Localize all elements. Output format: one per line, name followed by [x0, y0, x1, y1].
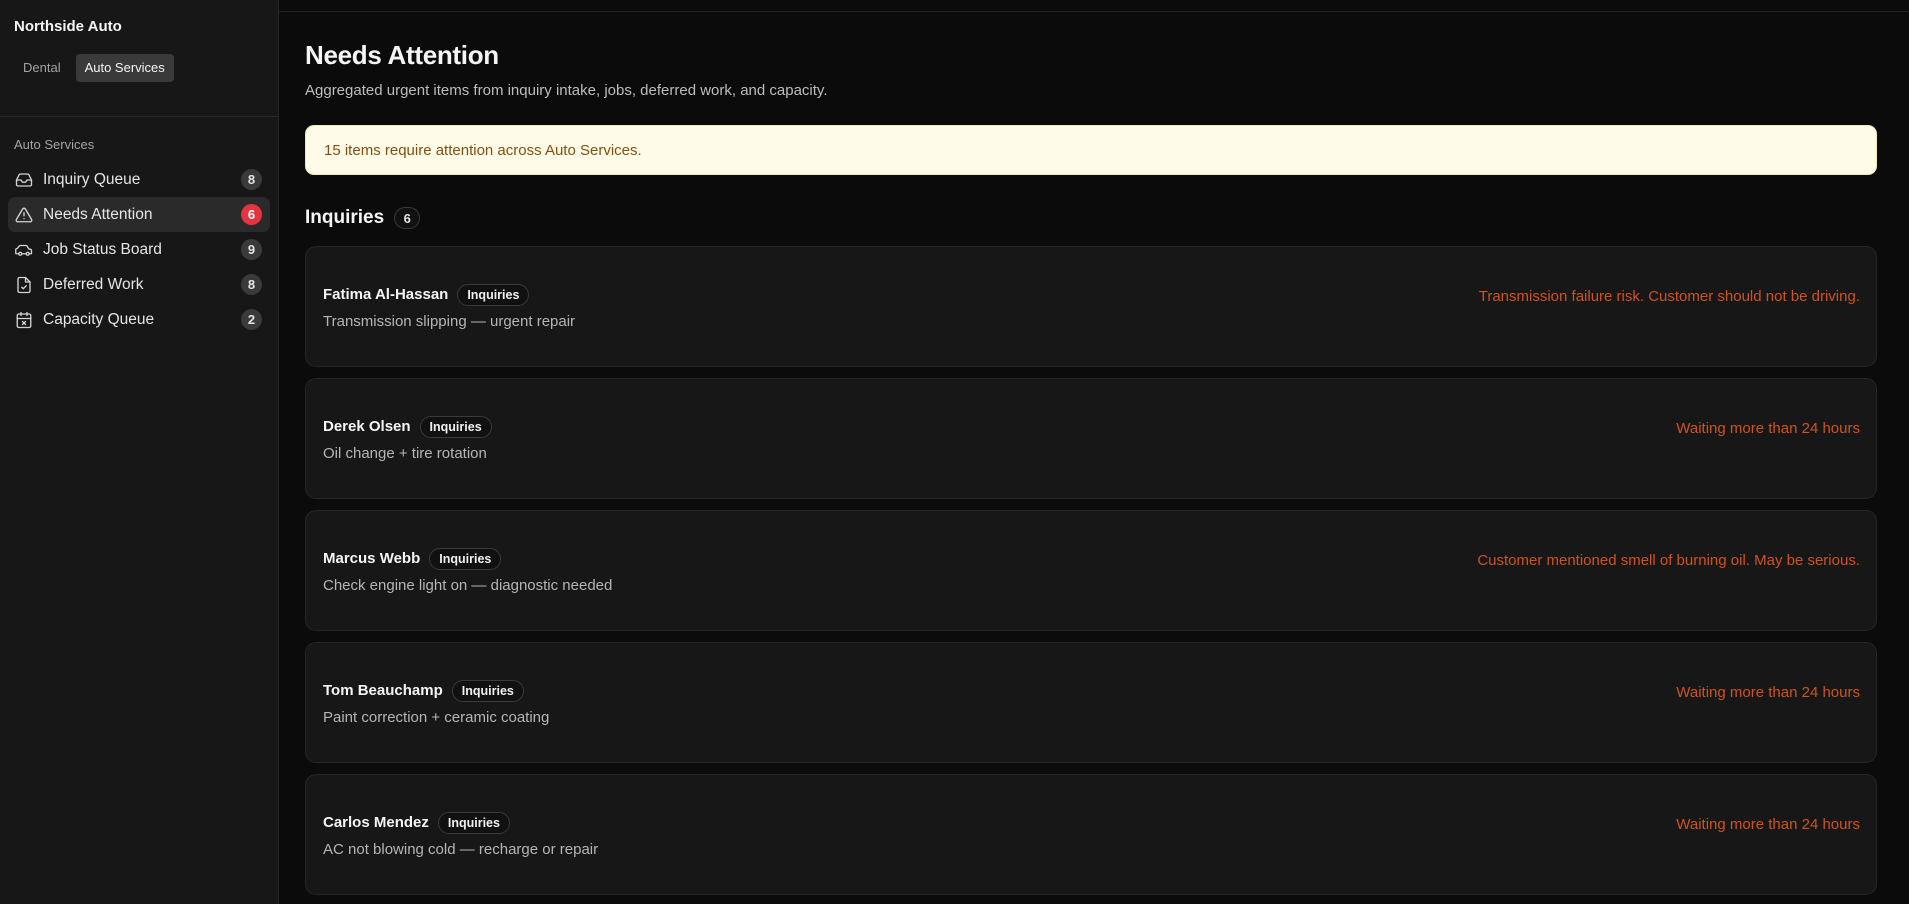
count-badge: 9 [241, 239, 262, 260]
attention-card[interactable]: Fatima Al-Hassan Inquiries Transmission … [305, 246, 1877, 367]
attention-card[interactable]: Marcus Webb Inquiries Check engine light… [305, 510, 1877, 631]
card-header: Derek Olsen Inquiries [323, 415, 492, 438]
card-body: Tom Beauchamp Inquiries Paint correction… [323, 679, 550, 726]
card-header: Tom Beauchamp Inquiries [323, 679, 549, 702]
attention-reason: Waiting more than 24 hours [1676, 419, 1860, 437]
sidebar-item-needs-attention[interactable]: Needs Attention 6 [8, 197, 270, 232]
count-badge: 8 [241, 169, 262, 190]
card-body: Carlos Mendez Inquiries AC not blowing c… [323, 811, 599, 858]
calendar-icon [15, 311, 33, 329]
source-tag: Inquiries [451, 679, 524, 702]
page-subtitle: Aggregated urgent items from inquiry int… [305, 82, 828, 99]
customer-name: Derek Olsen [323, 418, 411, 435]
attention-card[interactable]: Derek Olsen Inquiries Oil change + tire … [305, 378, 1877, 499]
service-description: Check engine light on — diagnostic neede… [323, 576, 613, 594]
car-icon [15, 241, 33, 259]
service-description: Paint correction + ceramic coating [323, 708, 550, 726]
card-body: Fatima Al-Hassan Inquiries Transmission … [323, 283, 576, 330]
section-title: Inquiries [305, 207, 385, 228]
source-tag: Inquiries [437, 811, 510, 834]
card-header: Carlos Mendez Inquiries [323, 811, 598, 834]
brand-name: Northside Auto [14, 18, 122, 35]
attention-reason: Transmission failure risk. Customer shou… [1478, 287, 1860, 305]
service-description: Oil change + tire rotation [323, 444, 487, 462]
service-description: Transmission slipping — urgent repair [323, 312, 576, 330]
sidebar-item-job-status-board[interactable]: Job Status Board 9 [8, 232, 270, 267]
service-description: AC not blowing cold — recharge or repair [323, 840, 599, 858]
count-badge: 2 [241, 309, 262, 330]
switch-auto-services[interactable]: Auto Services [75, 54, 174, 82]
attention-reason: Customer mentioned smell of burning oil.… [1477, 551, 1860, 569]
count-badge: 6 [241, 204, 262, 225]
switch-dental[interactable]: Dental [14, 54, 70, 82]
page-content: Needs Attention Aggregated urgent items … [279, 12, 1909, 895]
attention-banner: 15 items require attention across Auto S… [305, 125, 1877, 175]
customer-name: Carlos Mendez [323, 814, 429, 831]
main-content: Needs Attention Aggregated urgent items … [279, 0, 1909, 904]
inbox-icon [15, 171, 33, 189]
file-check-icon [15, 276, 33, 294]
card-header: Fatima Al-Hassan Inquiries [323, 283, 575, 306]
attention-card-list: Fatima Al-Hassan Inquiries Transmission … [305, 246, 1877, 895]
count-badge: 8 [241, 274, 262, 295]
sidebar-item-deferred-work[interactable]: Deferred Work 8 [8, 267, 270, 302]
page-title: Needs Attention [305, 40, 499, 70]
attention-reason: Waiting more than 24 hours [1676, 815, 1860, 833]
attention-card[interactable]: Carlos Mendez Inquiries AC not blowing c… [305, 774, 1877, 895]
customer-name: Marcus Webb [323, 550, 421, 567]
section-header: Inquiries 6 [305, 207, 1877, 229]
card-body: Marcus Webb Inquiries Check engine light… [323, 547, 613, 594]
sidebar: Northside Auto Dental Auto Services Auto… [0, 0, 279, 904]
vertical-switcher: Dental Auto Services [0, 36, 278, 100]
sidebar-item-inquiry-queue[interactable]: Inquiry Queue 8 [8, 162, 270, 197]
nav-group-label: Auto Services [14, 137, 95, 152]
card-header: Marcus Webb Inquiries [323, 547, 612, 570]
attention-card[interactable]: Tom Beauchamp Inquiries Paint correction… [305, 642, 1877, 763]
source-tag: Inquiries [457, 283, 530, 306]
section-count-badge: 6 [394, 207, 421, 229]
sidebar-item-label: Inquiry Queue [43, 170, 141, 188]
attention-reason: Waiting more than 24 hours [1676, 683, 1860, 701]
source-tag: Inquiries [429, 547, 502, 570]
warning-triangle-icon [15, 206, 33, 224]
customer-name: Fatima Al-Hassan [323, 286, 449, 303]
sidebar-item-label: Capacity Queue [43, 310, 155, 328]
sidebar-item-capacity-queue[interactable]: Capacity Queue 2 [8, 302, 270, 337]
sidebar-nav: Inquiry Queue 8 Needs Attention 6 Job St… [0, 162, 278, 337]
source-tag: Inquiries [419, 415, 492, 438]
sidebar-item-label: Job Status Board [43, 240, 162, 258]
sidebar-item-label: Deferred Work [43, 275, 144, 293]
app-root: Northside Auto Dental Auto Services Auto… [0, 0, 1909, 904]
customer-name: Tom Beauchamp [323, 682, 443, 699]
sidebar-item-label: Needs Attention [43, 205, 153, 223]
top-bar [279, 0, 1909, 12]
card-body: Derek Olsen Inquiries Oil change + tire … [323, 415, 492, 462]
